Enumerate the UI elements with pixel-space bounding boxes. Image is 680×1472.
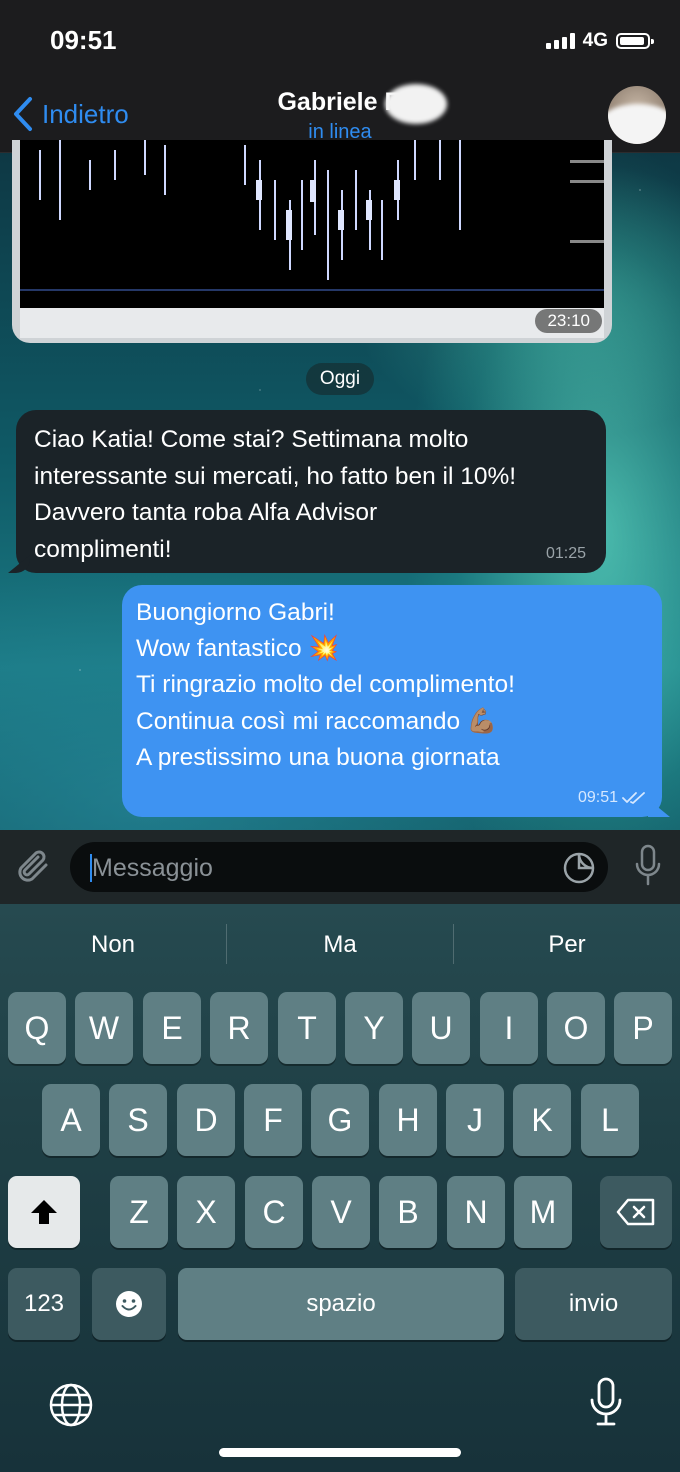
key-d[interactable]: D xyxy=(177,1084,235,1156)
signal-icon xyxy=(545,33,575,49)
key-v[interactable]: V xyxy=(312,1176,370,1248)
key-j[interactable]: J xyxy=(446,1084,504,1156)
key-x[interactable]: X xyxy=(177,1176,235,1248)
key-t[interactable]: T xyxy=(278,992,336,1064)
date-divider: Oggi xyxy=(306,363,374,395)
shift-arrow-icon xyxy=(31,1200,57,1224)
message-time: 23:10 xyxy=(535,309,602,333)
battery-icon xyxy=(616,33,654,49)
space-key[interactable]: spazio xyxy=(178,1268,504,1340)
key-e[interactable]: E xyxy=(143,992,201,1064)
back-button[interactable]: Indietro xyxy=(12,96,129,132)
text-caret xyxy=(90,854,92,882)
message-line: A prestissimo una buona giornata xyxy=(136,743,500,771)
key-g[interactable]: G xyxy=(311,1084,369,1156)
chevron-left-icon xyxy=(14,97,32,131)
paperclip-icon[interactable] xyxy=(16,847,54,887)
numbers-key[interactable]: 123 xyxy=(8,1268,80,1340)
key-h[interactable]: H xyxy=(379,1084,437,1156)
message-line: Ti ringrazio molto del complimento! xyxy=(136,671,515,699)
dictation-microphone-icon[interactable] xyxy=(588,1376,624,1428)
incoming-message[interactable]: Ciao Katia! Come stai? Settimana molto i… xyxy=(16,410,606,573)
message-time: 09:51 xyxy=(577,789,618,806)
return-key[interactable]: invio xyxy=(515,1268,672,1340)
shift-key[interactable] xyxy=(8,1176,80,1248)
sticker-icon[interactable] xyxy=(562,851,596,885)
back-label: Indietro xyxy=(42,98,129,129)
avatar[interactable] xyxy=(608,86,666,144)
key-u[interactable]: U xyxy=(412,992,470,1064)
redaction-scribble xyxy=(385,84,447,124)
key-k[interactable]: K xyxy=(513,1084,571,1156)
backspace-icon xyxy=(616,1198,655,1226)
key-y[interactable]: Y xyxy=(345,992,403,1064)
suggestion-item[interactable]: Non xyxy=(0,904,226,986)
suggestion-bar: Non Ma Per xyxy=(0,904,680,986)
key-c[interactable]: C xyxy=(245,1176,303,1248)
double-check-icon xyxy=(622,792,645,804)
status-bar: 09:51 4G xyxy=(0,0,680,80)
keyboard: Non Ma Per Q W E R T Y U I O P A S D F G… xyxy=(0,904,680,1472)
image-message[interactable]: 23:10 xyxy=(12,140,612,343)
key-r[interactable]: R xyxy=(210,992,268,1064)
key-p[interactable]: P xyxy=(614,992,672,1064)
message-composer xyxy=(0,830,680,904)
network-type: 4G xyxy=(582,30,608,51)
message-line: Buongiorno Gabri! xyxy=(136,599,335,626)
key-q[interactable]: Q xyxy=(8,992,66,1064)
emoji-key[interactable] xyxy=(92,1268,166,1340)
suggestion-item[interactable]: Per xyxy=(454,904,680,986)
message-meta: 09:51 xyxy=(578,789,648,807)
status-icons: 4G xyxy=(545,30,654,52)
key-b[interactable]: B xyxy=(379,1176,437,1248)
key-w[interactable]: W xyxy=(75,992,133,1064)
suggestion-item[interactable]: Ma xyxy=(227,904,453,986)
key-i[interactable]: I xyxy=(480,992,538,1064)
chart-footer-strip xyxy=(20,308,604,338)
key-m[interactable]: M xyxy=(514,1176,572,1248)
home-indicator[interactable] xyxy=(219,1448,461,1457)
message-text: Ciao Katia! Come stai? Settimana molto i… xyxy=(34,426,517,563)
backspace-key[interactable] xyxy=(600,1176,672,1248)
key-f[interactable]: F xyxy=(244,1084,302,1156)
key-s[interactable]: S xyxy=(109,1084,167,1156)
message-line: Continua così mi raccomando 💪🏽 xyxy=(136,707,498,735)
microphone-icon[interactable] xyxy=(634,844,662,888)
message-line: Wow fantastico 💥 xyxy=(136,635,339,663)
globe-icon[interactable] xyxy=(48,1382,94,1428)
avatar-redaction xyxy=(608,104,666,144)
status-time: 09:51 xyxy=(50,25,117,55)
key-n[interactable]: N xyxy=(447,1176,505,1248)
key-o[interactable]: O xyxy=(547,992,605,1064)
key-a[interactable]: A xyxy=(42,1084,100,1156)
message-input[interactable] xyxy=(90,842,544,894)
chart-screenshot-image xyxy=(20,140,604,308)
message-field xyxy=(70,842,608,894)
message-time: 01:25 xyxy=(545,545,586,562)
key-l[interactable]: L xyxy=(581,1084,639,1156)
key-z[interactable]: Z xyxy=(110,1176,168,1248)
outgoing-message[interactable]: Buongiorno Gabri! Wow fantastico 💥 Ti ri… xyxy=(122,585,662,817)
emoji-icon xyxy=(116,1291,142,1317)
